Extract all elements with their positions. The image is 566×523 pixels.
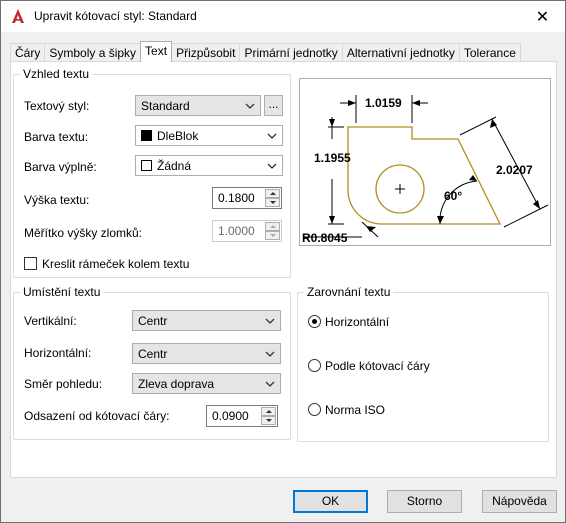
dimension-preview: 1.0159 1.1955 2.0207 60° R0.8045 [299,78,551,246]
color-swatch [141,160,152,171]
view-direction-select[interactable]: Zleva doprava [132,373,281,394]
dialog-window: Upravit kótovací styl: Standard ✕ Čáry S… [0,0,566,523]
text-placement-group: Umístění textu Vertikální: Centr Horizon… [13,285,291,440]
offset-value: 0.0900 [212,409,249,423]
cancel-button[interactable]: Storno [387,490,462,513]
align-iso-label[interactable]: Norma ISO [325,403,385,417]
text-height-value: 0.1800 [218,191,255,205]
tab-symbols-arrows[interactable]: Symboly a šipky [44,43,142,62]
align-with-dim-line-label[interactable]: Podle kótovací čáry [325,359,430,373]
preview-dim-top: 1.0159 [365,96,402,110]
chevron-down-icon [265,351,275,357]
horizontal-value: Centr [138,346,168,361]
spin-down-button[interactable] [265,198,280,207]
fill-color-select[interactable]: Žádná [135,155,283,176]
tab-strip: Čáry Symboly a šipky Text Přizpůsobit Pr… [10,41,521,62]
text-alignment-legend: Zarovnání textu [304,285,394,299]
spin-down-button[interactable] [261,416,276,425]
fill-color-label: Barva výplně: [24,160,97,174]
align-horizontal-radio[interactable] [308,315,321,328]
text-style-browse-button[interactable]: ... [264,95,283,116]
view-direction-label: Směr pohledu: [24,377,103,391]
horizontal-label: Horizontální: [24,346,92,360]
title-bar[interactable]: Upravit kótovací styl: Standard ✕ [1,1,565,32]
offset-spinner[interactable]: 0.0900 [206,405,278,427]
chevron-down-icon [267,163,277,169]
offset-label: Odsazení od kótovací čáry: [24,409,170,423]
color-swatch [141,130,152,141]
fraction-scale-spinner[interactable]: 1.0000 [212,220,282,242]
fraction-scale-label: Měřítko výšky zlomků: [24,226,143,240]
vertical-select[interactable]: Centr [132,310,281,331]
text-height-label: Výška textu: [24,193,90,207]
tab-tolerance[interactable]: Tolerance [458,43,521,62]
text-placement-legend: Umístění textu [20,285,104,299]
text-color-select[interactable]: DleBlok [135,125,283,146]
align-horizontal-label[interactable]: Horizontální [325,315,389,329]
text-height-spinner[interactable]: 0.1800 [212,187,282,209]
align-with-dim-line-radio[interactable] [308,359,321,372]
vertical-label: Vertikální: [24,314,77,328]
spin-up-button[interactable] [261,407,276,416]
help-button[interactable]: Nápověda [482,490,557,513]
fraction-scale-value: 1.0000 [218,224,255,238]
ok-button[interactable]: OK [293,490,368,513]
text-appearance-group: Vzhled textu Textový styl: Standard ... … [13,67,291,278]
close-icon: ✕ [535,8,550,26]
tab-text[interactable]: Text [140,41,173,62]
preview-dim-right: 2.0207 [496,163,533,177]
preview-dim-angle: 60° [444,189,463,203]
text-appearance-legend: Vzhled textu [20,67,93,81]
text-tab-panel: Vzhled textu Textový styl: Standard ... … [10,61,557,478]
chevron-down-icon [245,103,255,109]
autocad-logo-icon [12,9,24,23]
close-button[interactable]: ✕ [520,1,565,32]
align-iso-radio[interactable] [308,403,321,416]
text-style-label: Textový styl: [24,99,90,113]
tab-alternate-units[interactable]: Alternativní jednotky [341,43,460,62]
fill-color-value: Žádná [157,158,192,173]
draw-frame-label[interactable]: Kreslit rámeček kolem textu [42,257,189,271]
preview-dim-left: 1.1955 [314,151,351,165]
spin-down-button[interactable] [265,231,280,240]
spin-up-button[interactable] [265,189,280,198]
text-color-label: Barva textu: [24,130,89,144]
vertical-value: Centr [138,313,168,328]
horizontal-select[interactable]: Centr [132,343,281,364]
view-direction-value: Zleva doprava [138,376,215,391]
chevron-down-icon [265,381,275,387]
chevron-down-icon [265,318,275,324]
draw-frame-checkbox[interactable] [24,257,37,270]
text-color-value: DleBlok [157,128,199,143]
text-style-select[interactable]: Standard [135,95,261,116]
spin-up-button[interactable] [265,222,280,231]
preview-dim-radius: R0.8045 [302,231,348,245]
tab-cary[interactable]: Čáry [10,43,46,62]
tab-fit[interactable]: Přizpůsobit [171,43,241,62]
window-title: Upravit kótovací styl: Standard [34,9,197,23]
text-alignment-group: Zarovnání textu Horizontální Podle kótov… [297,285,549,442]
chevron-down-icon [267,133,277,139]
tab-primary-units[interactable]: Primární jednotky [239,43,343,62]
text-style-value: Standard [141,98,190,113]
